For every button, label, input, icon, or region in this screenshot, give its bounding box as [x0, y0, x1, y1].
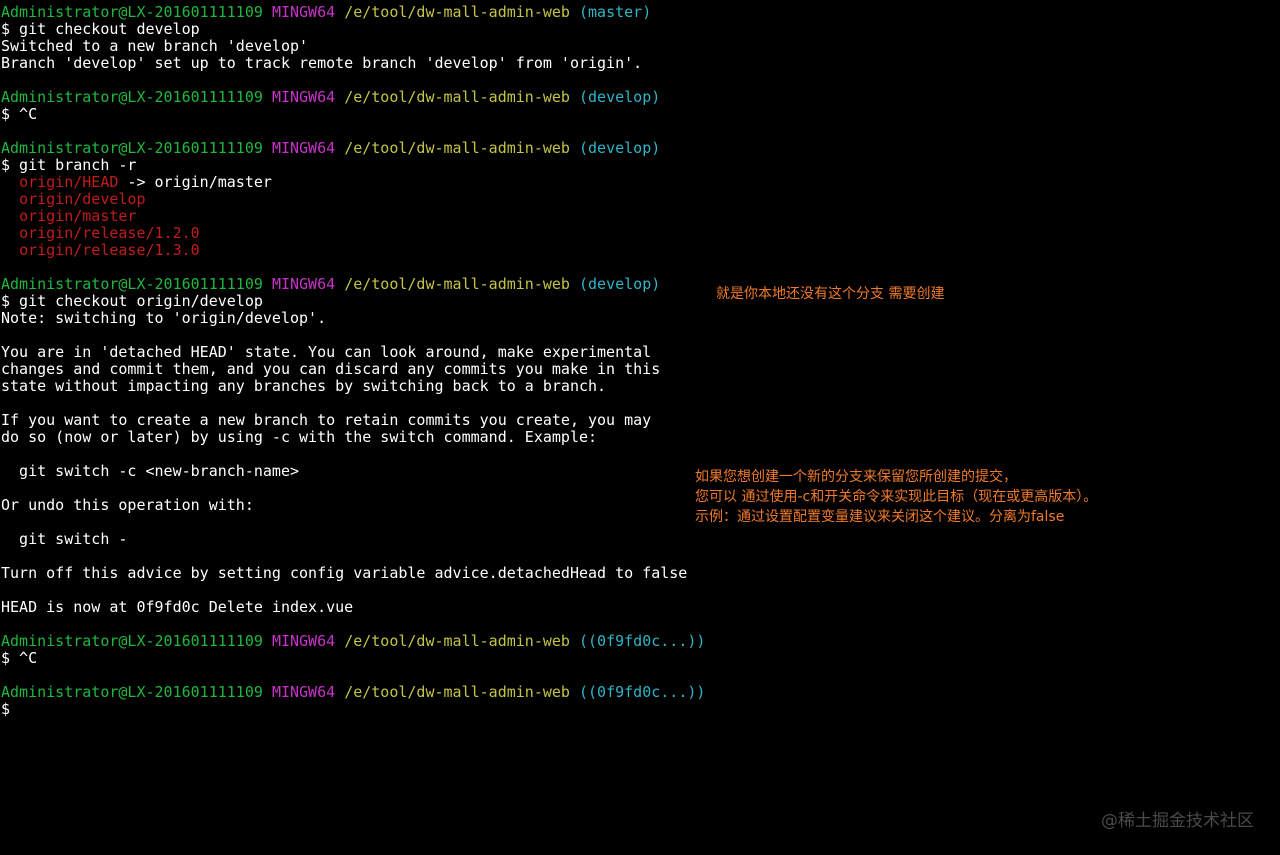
prompt-user-host: Administrator@LX-201601111109: [1, 633, 263, 650]
prompt-system: MINGW64: [271, 633, 336, 650]
prompt-system: MINGW64: [271, 4, 336, 21]
prompt-system: MINGW64: [271, 89, 336, 106]
output-text: $ git checkout origin/develop: [1, 293, 263, 310]
remote-branch-ref: origin/master: [19, 208, 137, 225]
remote-branch-line: origin/release/1.2.0: [1, 225, 721, 242]
prompt-line: Administrator@LX-201601111109 MINGW64 /e…: [1, 89, 721, 106]
output-text: $: [1, 701, 11, 718]
output-text: Switched to a new branch 'develop': [1, 38, 309, 55]
terminal-output[interactable]: Administrator@LX-201601111109 MINGW64 /e…: [1, 4, 721, 718]
prompt-user-host: Administrator@LX-201601111109: [1, 4, 263, 21]
prompt-branch: ((0f9fd0c...)): [579, 633, 706, 650]
output-text: do so (now or later) by using -c with th…: [1, 429, 598, 446]
prompt-path: /e/tool/dw-mall-admin-web: [344, 276, 570, 293]
annotation-note-local-branch: 就是你本地还没有这个分支 需要创建: [716, 286, 945, 302]
output-text: $ git checkout develop: [1, 21, 200, 38]
remote-branch-line: origin/master: [1, 208, 721, 225]
prompt-user-host: Administrator@LX-201601111109: [1, 276, 263, 293]
prompt-branch: (develop): [579, 140, 661, 157]
output-line: changes and commit them, and you can dis…: [1, 361, 721, 378]
prompt-branch: (master): [579, 4, 652, 21]
output-text: Or undo this operation with:: [1, 497, 254, 514]
output-line: Or undo this operation with:: [1, 497, 721, 514]
prompt-system: MINGW64: [271, 684, 336, 701]
output-text: $ ^C: [1, 106, 38, 123]
output-text: $ git branch -r: [1, 157, 137, 174]
output-text: git switch -: [1, 531, 128, 548]
prompt-system: MINGW64: [271, 140, 336, 157]
prompt-line: Administrator@LX-201601111109 MINGW64 /e…: [1, 684, 721, 701]
remote-branch-ref: origin/HEAD: [19, 174, 119, 191]
remote-branch-ref: origin/release/1.2.0: [19, 225, 200, 242]
prompt-user-host: Administrator@LX-201601111109: [1, 684, 263, 701]
output-text: Branch 'develop' set up to track remote …: [1, 55, 643, 72]
output-line: $ git checkout develop: [1, 21, 721, 38]
output-line: If you want to create a new branch to re…: [1, 412, 721, 429]
remote-branch-ref: origin/develop: [19, 191, 146, 208]
prompt-branch: (develop): [579, 276, 661, 293]
output-line: $ git branch -r: [1, 157, 721, 174]
output-line: state without impacting any branches by …: [1, 378, 721, 395]
output-line: Branch 'develop' set up to track remote …: [1, 55, 721, 72]
output-text: git switch -c <new-branch-name>: [1, 463, 300, 480]
prompt-user-host: Administrator@LX-201601111109: [1, 89, 263, 106]
prompt-user-host: Administrator@LX-201601111109: [1, 140, 263, 157]
output-text: Turn off this advice by setting config v…: [1, 565, 688, 582]
output-line: Turn off this advice by setting config v…: [1, 565, 721, 582]
watermark: @稀土掘金技术社区: [1101, 811, 1254, 831]
prompt-path: /e/tool/dw-mall-admin-web: [344, 89, 570, 106]
output-line: $ ^C: [1, 106, 721, 123]
output-text: HEAD is now at 0f9fd0c Delete index.vue: [1, 599, 354, 616]
remote-branch-ref: origin/release/1.3.0: [19, 242, 200, 259]
remote-branch-line: origin/release/1.3.0: [1, 242, 721, 259]
output-line: You are in 'detached HEAD' state. You ca…: [1, 344, 721, 361]
prompt-line: Administrator@LX-201601111109 MINGW64 /e…: [1, 4, 721, 21]
output-line: git switch -: [1, 531, 721, 548]
annotation-note-detached-head: 如果您想创建一个新的分支来保留您所创建的提交， 您可以 通过使用-c和开关命令来…: [695, 469, 1098, 525]
prompt-path: /e/tool/dw-mall-admin-web: [344, 684, 570, 701]
output-line: Note: switching to 'origin/develop'.: [1, 310, 721, 327]
prompt-line: Administrator@LX-201601111109 MINGW64 /e…: [1, 276, 721, 293]
prompt-branch: ((0f9fd0c...)): [579, 684, 706, 701]
remote-branch-target: -> origin/master: [118, 174, 272, 191]
output-line: $ git checkout origin/develop: [1, 293, 721, 310]
output-text: If you want to create a new branch to re…: [1, 412, 652, 429]
prompt-line: Administrator@LX-201601111109 MINGW64 /e…: [1, 633, 721, 650]
remote-branch-line: origin/develop: [1, 191, 721, 208]
output-line: $ ^C: [1, 650, 721, 667]
output-text: Note: switching to 'origin/develop'.: [1, 310, 327, 327]
output-line: do so (now or later) by using -c with th…: [1, 429, 721, 446]
output-line: HEAD is now at 0f9fd0c Delete index.vue: [1, 599, 721, 616]
prompt-branch: (develop): [579, 89, 661, 106]
output-text: $ ^C: [1, 650, 38, 667]
prompt-path: /e/tool/dw-mall-admin-web: [344, 633, 570, 650]
output-line: git switch -c <new-branch-name>: [1, 463, 721, 480]
prompt-path: /e/tool/dw-mall-admin-web: [344, 4, 570, 21]
output-text: changes and commit them, and you can dis…: [1, 361, 661, 378]
output-text: state without impacting any branches by …: [1, 378, 607, 395]
prompt-path: /e/tool/dw-mall-admin-web: [344, 140, 570, 157]
prompt-system: MINGW64: [271, 276, 336, 293]
prompt-line: Administrator@LX-201601111109 MINGW64 /e…: [1, 140, 721, 157]
output-line: $: [1, 701, 721, 718]
output-line: Switched to a new branch 'develop': [1, 38, 721, 55]
remote-branch-line: origin/HEAD -> origin/master: [1, 174, 721, 191]
output-text: You are in 'detached HEAD' state. You ca…: [1, 344, 652, 361]
